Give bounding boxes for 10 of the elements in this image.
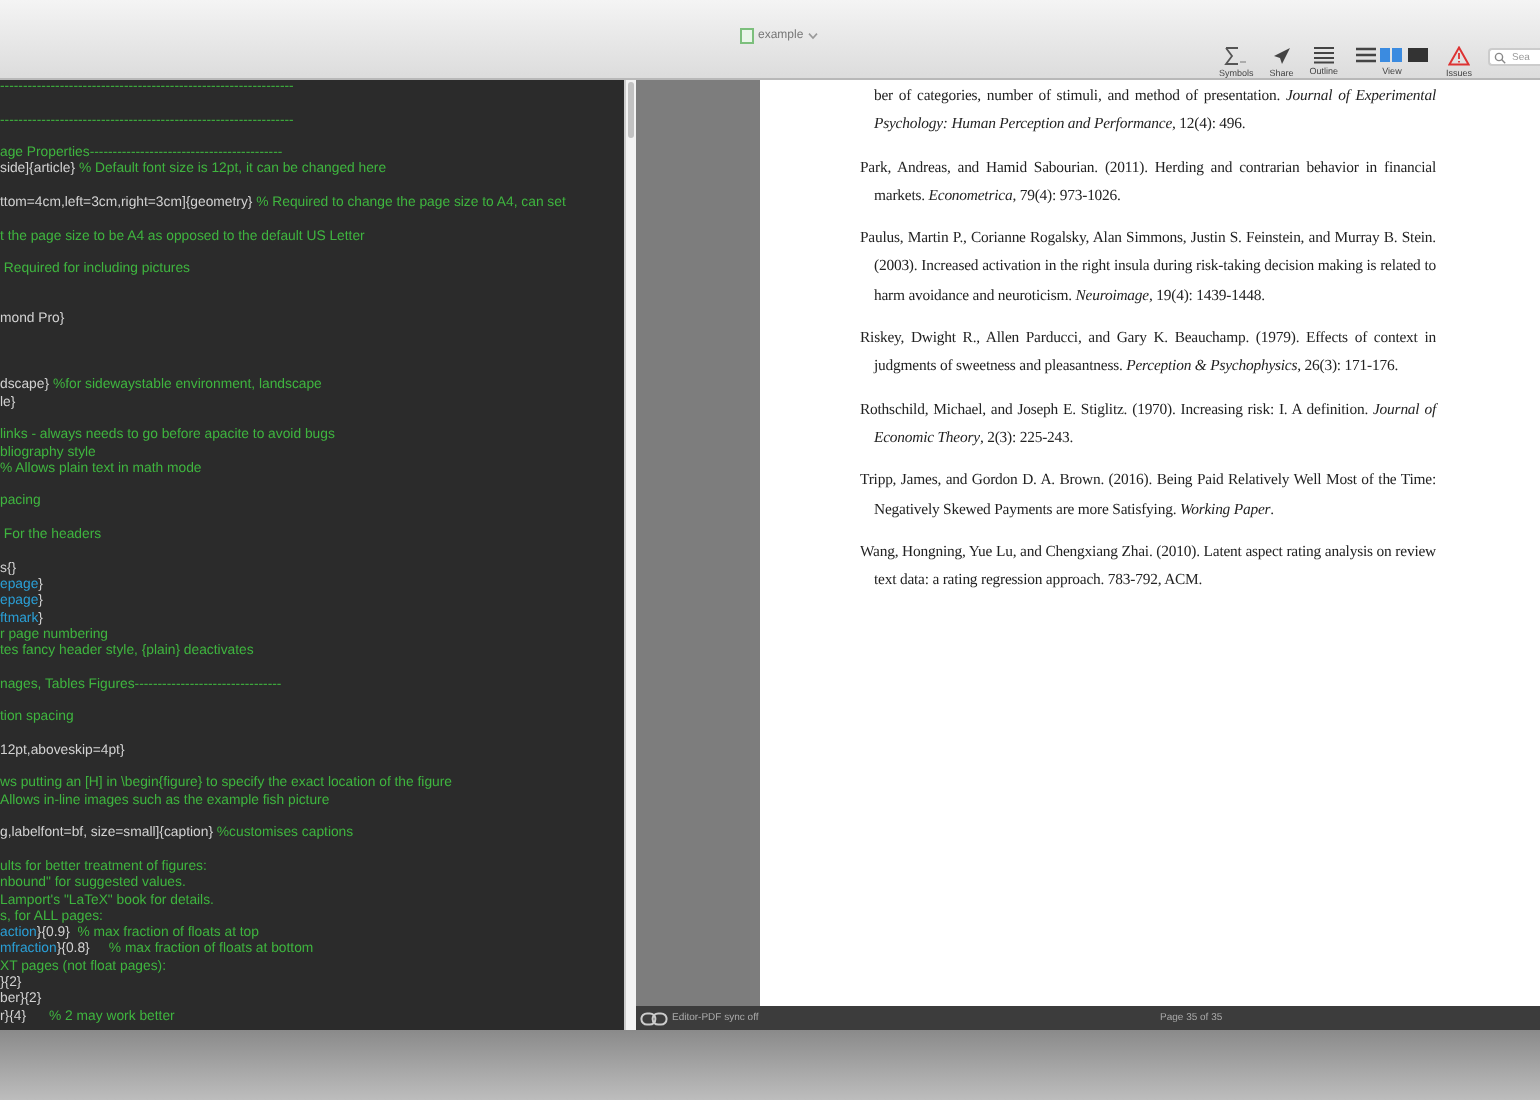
code-editor[interactable]: [0, 80, 636, 1030]
scrollbar-thumb[interactable]: [628, 82, 634, 138]
layout-icon: [1353, 46, 1430, 64]
warning-icon: [1447, 46, 1470, 66]
link-icon[interactable]: [640, 1011, 668, 1025]
paper-plane-icon: [1271, 46, 1292, 66]
list-icon: [1311, 46, 1336, 64]
document-icon: [740, 28, 754, 44]
sigma-icon: [1224, 46, 1249, 66]
caret-icon[interactable]: [807, 32, 818, 40]
